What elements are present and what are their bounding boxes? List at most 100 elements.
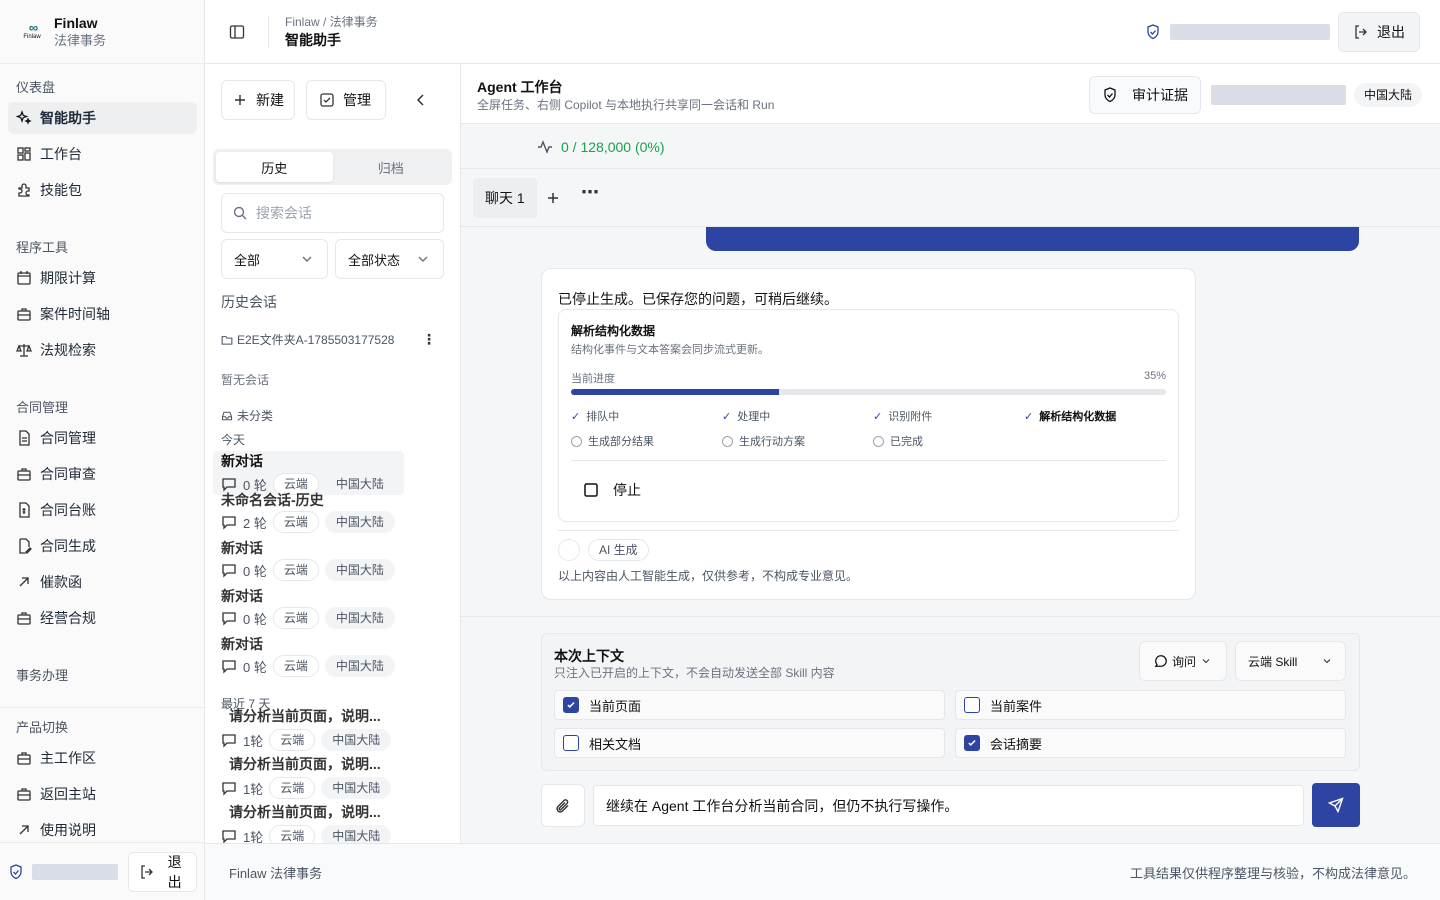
nav-item-collection-letter[interactable]: 催款函 xyxy=(8,566,197,598)
step-pending: 生成部分结果 xyxy=(571,433,654,449)
brand-subtitle: 法律事务 xyxy=(54,33,107,48)
collapse-panel-button[interactable] xyxy=(413,92,429,111)
nav-item-contract-manage[interactable]: 合同管理 xyxy=(8,422,197,454)
message-circle-icon xyxy=(1154,654,1168,668)
breadcrumb-path: Finlaw / 法律事务 xyxy=(285,14,378,29)
nav-item-regulations[interactable]: 法规检索 xyxy=(8,334,197,366)
circle-icon xyxy=(873,435,884,447)
message-input[interactable]: 继续在 Agent 工作台分析当前合同，但仍不执行写操作。 xyxy=(593,785,1304,826)
context-checkbox-current-page[interactable]: 当前页面 xyxy=(554,690,945,720)
toggle-sidebar-button[interactable] xyxy=(205,15,269,48)
folder-row[interactable]: E2E文件夹A-1785503177528 ⋮ xyxy=(221,331,436,348)
history-section-title: 历史会话 xyxy=(221,294,277,310)
conversation-item[interactable]: 请分析当前页面，说明... 1轮 云端 中国大陆 xyxy=(213,803,404,843)
more-horizontal-icon[interactable]: ⋯ xyxy=(581,182,599,203)
tab-chat-1[interactable]: 聊天 1 xyxy=(473,178,537,218)
message-icon xyxy=(221,610,237,626)
progress-percent: 35% xyxy=(1143,370,1166,382)
send-button[interactable] xyxy=(1312,783,1360,827)
more-vertical-icon[interactable]: ⋮ xyxy=(422,331,436,348)
conversation-item[interactable]: 新对话 0 轮 云端 中国大陆 xyxy=(213,635,404,679)
scope-filter-select[interactable]: 全部 xyxy=(221,239,328,279)
chevron-down-icon xyxy=(1200,655,1212,667)
arrow-up-right-icon xyxy=(16,822,32,838)
nav-item-timeline[interactable]: 案件时间轴 xyxy=(8,298,197,330)
nav-item-assistant[interactable]: 智能助手 xyxy=(8,102,197,134)
conversation-item[interactable]: 未命名会话-历史 2 轮 云端 中国大陆 xyxy=(213,491,404,535)
progress-label: 当前进度 xyxy=(571,373,615,385)
empty-folder-text: 暂无会话 xyxy=(221,373,270,387)
tab-history[interactable]: 历史 xyxy=(216,152,333,182)
page-title: 智能助手 xyxy=(285,31,341,48)
finlaw-logo-icon: ∞ Finlaw xyxy=(23,20,41,40)
uncategorized-row[interactable]: 未分类 xyxy=(221,407,273,424)
search-input[interactable]: 搜索会话 xyxy=(221,193,444,233)
chevron-left-icon xyxy=(413,92,429,108)
tab-archive[interactable]: 归档 xyxy=(333,152,450,182)
arrow-up-right-icon xyxy=(16,574,32,590)
topbar: Finlaw / 法律事务 智能助手 退出 xyxy=(205,0,1440,64)
shield-check-icon xyxy=(1145,24,1161,43)
check-square-icon xyxy=(319,92,335,108)
brand[interactable]: ∞ Finlaw Finlaw 法律事务 xyxy=(0,0,204,64)
shield-check-icon xyxy=(1102,87,1118,103)
chat-tabs: 聊天 1 ⋯ xyxy=(461,170,1440,227)
user-message-bubble xyxy=(706,227,1359,251)
conversation-item[interactable]: 请分析当前页面，说明... 1轮 云端 中国大陆 xyxy=(213,707,404,751)
nav-item-compliance[interactable]: 经营合规 xyxy=(8,602,197,634)
divider xyxy=(571,460,1166,461)
nav-item-contract-generate[interactable]: 合同生成 xyxy=(8,530,197,562)
sidebar-logout-button[interactable]: 退出 xyxy=(128,851,197,892)
message-icon xyxy=(221,828,237,843)
stop-square-icon xyxy=(583,482,599,498)
new-conversation-button[interactable]: 新建 xyxy=(221,80,295,120)
topbar-logout-button[interactable]: 退出 xyxy=(1338,12,1420,52)
message-icon xyxy=(221,562,237,578)
sidebar: ∞ Finlaw Finlaw 法律事务 仪表盘 智能助手 工作台 技能包 程序… xyxy=(0,0,205,900)
shield-check-icon xyxy=(8,863,24,880)
assistant-message-card: 已停止生成。已保存您的问题，可稍后继续。 解析结构化数据 结构化事件与文本答案会… xyxy=(541,268,1196,600)
chevron-down-icon xyxy=(1321,655,1333,667)
check-icon: ✓ xyxy=(1024,410,1034,423)
attach-button[interactable] xyxy=(541,784,585,827)
message-icon xyxy=(221,476,237,492)
task-title: 解析结构化数据 xyxy=(571,324,656,338)
context-checkbox-related-docs[interactable]: 相关文档 xyxy=(554,728,945,758)
conversation-item[interactable]: 新对话 0 轮 云端 中国大陆 xyxy=(213,451,404,495)
conversation-item[interactable]: 请分析当前页面，说明... 1轮 云端 中国大陆 xyxy=(213,755,404,799)
audit-evidence-button[interactable]: 审计证据 xyxy=(1089,76,1201,114)
stop-button[interactable]: 停止 xyxy=(573,474,651,506)
paperclip-icon xyxy=(555,798,571,814)
file-dollar-icon xyxy=(16,502,32,518)
context-checkbox-current-case[interactable]: 当前案件 xyxy=(955,690,1346,720)
scale-icon xyxy=(16,342,32,358)
nav-title: 产品切换 xyxy=(16,720,69,735)
briefcase-icon xyxy=(16,466,32,482)
briefcase-icon xyxy=(16,610,32,626)
skill-select[interactable]: 云端 Skill xyxy=(1235,641,1346,681)
context-panel: 本次上下文 只注入已开启的上下文，不会自动发送全部 Skill 内容 询问 云端… xyxy=(541,633,1360,771)
conversation-item[interactable]: 新对话 0 轮 云端 中国大陆 xyxy=(213,539,404,583)
nav-group-tools: 程序工具 期限计算 案件时间轴 法规检索 xyxy=(0,238,205,366)
nav-item-contract-ledger[interactable]: 合同台账 xyxy=(8,494,197,526)
mode-select[interactable]: 询问 xyxy=(1139,641,1227,681)
step-current: ✓ 解析结构化数据 xyxy=(1024,410,1117,424)
conversation-item[interactable]: 新对话 0 轮 云端 中国大陆 xyxy=(213,587,404,631)
step-done: ✓ 处理中 xyxy=(722,410,771,424)
sidebar-toggle-icon xyxy=(229,24,245,40)
context-checkbox-session-summary[interactable]: 会话摘要 xyxy=(955,728,1346,758)
nav-item-back-home[interactable]: 返回主站 xyxy=(8,778,197,810)
manage-conversations-button[interactable]: 管理 xyxy=(306,80,386,120)
status-filter-select[interactable]: 全部状态 xyxy=(335,239,444,279)
conversation-panel: 新建 管理 历史 归档 搜索会话 全部 全部状态 历史会话 E2E文件夹A-17… xyxy=(205,64,461,843)
nav-item-deadline[interactable]: 期限计算 xyxy=(8,262,197,294)
nav-item-skills[interactable]: 技能包 xyxy=(8,174,197,206)
plus-icon[interactable] xyxy=(545,190,561,206)
step-pending: 已完成 xyxy=(873,433,923,449)
history-archive-tabs: 历史 归档 xyxy=(213,149,452,185)
nav-item-main-workspace[interactable]: 主工作区 xyxy=(8,742,197,774)
token-usage-bar: 0 / 128,000 (0%) xyxy=(461,125,1440,169)
nav-item-contract-review[interactable]: 合同审查 xyxy=(8,458,197,490)
message-icon xyxy=(221,658,237,674)
nav-item-workbench[interactable]: 工作台 xyxy=(8,138,197,170)
